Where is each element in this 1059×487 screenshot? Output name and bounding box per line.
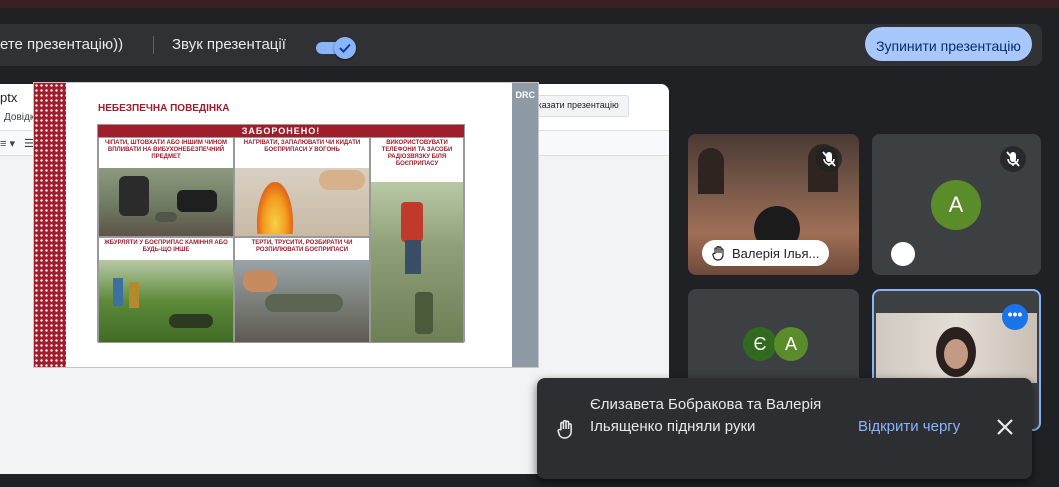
participant-avatar: Є [743, 327, 777, 361]
mic-off-icon [816, 146, 842, 172]
divider [153, 36, 154, 54]
close-icon[interactable] [995, 417, 1015, 437]
checkmark-icon [339, 43, 351, 53]
slide: DRC НЕБЕЗПЕЧНА ПОВЕДІНКА ЗАБОРОНЕНО! ЧІП… [33, 82, 539, 368]
panel-caption: ЧІПАТИ, ШТОВХАТИ АБО ІНШИМ ЧИНОМ ВПЛИВАТ… [104, 140, 228, 160]
window-top-edge [0, 0, 1059, 8]
toggle-knob [334, 37, 356, 59]
participant-avatar: A [774, 327, 808, 361]
panel-3: ВИКОРИСТОВУВАТИ ТЕЛЕФОНИ ТА ЗАСОБИ РАДІО… [370, 137, 464, 343]
panel-caption: ЖБУРЛЯТИ У БОЄПРИПАС КАМІННЯ АБО БУДЬ-ЩО… [104, 240, 228, 253]
warning-panels: ЗАБОРОНЕНО! ЧІПАТИ, ШТОВХАТИ АБО ІНШИМ Ч… [97, 124, 465, 343]
sharing-text: ете презентацію)) [0, 36, 124, 53]
panel-illustration [235, 260, 369, 342]
raised-hand-icon [712, 245, 724, 261]
slide-ornament [34, 83, 66, 367]
panel-2: НАГРІВАТИ, ЗАПАЛЮВАТИ ЧИ КИДАТИ БОЄПРИПА… [234, 137, 370, 237]
mic-off-icon [1000, 146, 1026, 172]
forbidden-banner: ЗАБОРОНЕНО! [98, 125, 464, 137]
stop-presentation-button[interactable]: Зупинити презентацію [865, 27, 1032, 61]
panel-caption: ТЕРТИ, ТРУСИТИ, РОЗБИРАТИ ЧИ РОЗПИЛЮВАТИ… [251, 240, 353, 253]
more-options-button[interactable]: ••• [1002, 304, 1028, 330]
show-presentation-label: Показати презентацію [526, 100, 619, 110]
panel-1: ЧІПАТИ, ШТОВХАТИ АБО ІНШИМ ЧИНОМ ВПЛИВАТ… [98, 137, 234, 237]
participant-name-pill: Валерія Ілья... [702, 240, 830, 266]
sound-label: Звук презентації [172, 36, 286, 53]
notification-message: Єлизавета Бобракова та Валерія Ільященко… [590, 396, 822, 435]
panel-caption: НАГРІВАТИ, ЗАПАЛЮВАТИ ЧИ КИДАТИ БОЄПРИПА… [243, 140, 361, 153]
drc-logo: DRC [515, 90, 536, 100]
raised-hands-notification: Єлизавета Бобракова та Валерія Ільященко… [537, 378, 1032, 479]
panel-illustration [371, 182, 463, 342]
raised-hand-icon [557, 419, 572, 439]
panel-caption: ВИКОРИСТОВУВАТИ ТЕЛЕФОНИ ТА ЗАСОБИ РАДІО… [381, 140, 453, 167]
paragraph-style-icon[interactable]: ≡ ▾ [0, 137, 15, 150]
participant-tile-2[interactable]: A [872, 134, 1041, 275]
participant-name: Валерія Ілья... [732, 246, 820, 261]
status-dot [891, 242, 915, 266]
panel-illustration [235, 168, 369, 236]
panel-illustration [99, 260, 233, 342]
file-title: ptx [0, 90, 18, 105]
panel-4: ЖБУРЛЯТИ У БОЄПРИПАС КАМІННЯ АБО БУДЬ-ЩО… [98, 237, 234, 343]
slide-side-strip [512, 83, 538, 367]
presentation-bar: ете презентацію)) Звук презентації Зупин… [0, 24, 1042, 66]
panel-5: ТЕРТИ, ТРУСИТИ, РОЗБИРАТИ ЧИ РОЗПИЛЮВАТИ… [234, 237, 370, 343]
open-queue-button[interactable]: Відкрити чергу [858, 418, 960, 435]
sound-toggle[interactable] [316, 37, 356, 59]
participant-tile-1[interactable]: Валерія Ілья... [688, 134, 859, 275]
slide-heading: НЕБЕЗПЕЧНА ПОВЕДІНКА [98, 103, 230, 114]
panel-illustration [99, 168, 233, 236]
participant-avatar: A [931, 180, 981, 230]
